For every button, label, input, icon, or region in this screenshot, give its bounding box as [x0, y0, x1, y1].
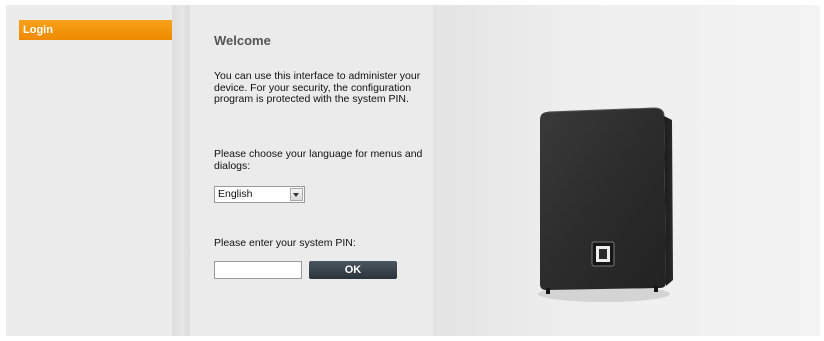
base-station-device-image — [538, 107, 673, 302]
intro-text: You can use this interface to administer… — [214, 70, 421, 105]
language-prompt: Please choose your language for menus an… — [214, 148, 423, 172]
sidebar-item-login[interactable]: Login — [19, 20, 180, 40]
sidebar-divider — [172, 5, 190, 336]
hero-panel — [433, 5, 820, 336]
chevron-down-icon[interactable] — [290, 188, 303, 201]
pin-prompt: Please enter your system PIN: — [214, 237, 356, 249]
sidebar: Login — [6, 5, 180, 336]
page-frame: Login Welcome You can use this interface… — [6, 5, 820, 336]
login-panel: Welcome You can use this interface to ad… — [190, 5, 433, 336]
ok-button[interactable]: OK — [309, 261, 397, 279]
page-title: Welcome — [214, 33, 271, 48]
language-select-value: English — [218, 188, 253, 200]
pin-input[interactable] — [214, 261, 302, 279]
language-select[interactable]: English — [214, 186, 305, 203]
